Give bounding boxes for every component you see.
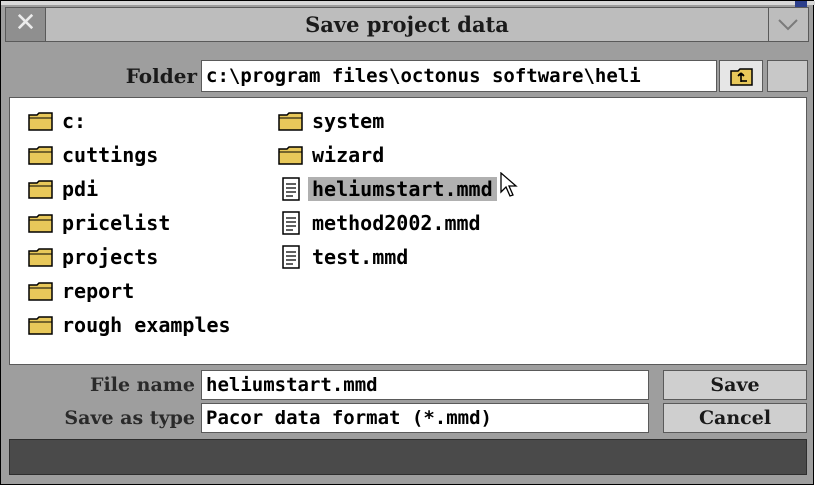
list-item-folder[interactable]: report [28,274,231,308]
top-edge [1,1,815,5]
list-item-label: pdi [62,177,99,201]
folder-label: Folder [125,64,197,88]
file-name-label: File name [90,374,195,396]
list-item-file-selected[interactable]: heliumstart.mmd [278,172,497,206]
save-as-type-label: Save as type [64,407,195,429]
folder-path-input[interactable]: c:\program files\octonus software\heli [201,60,717,92]
list-item-folder[interactable]: system [278,104,497,138]
folder-icon [28,248,53,267]
list-item-file[interactable]: method2002.mmd [278,206,497,240]
view-mode-button[interactable] [767,60,808,92]
save-button[interactable]: Save [663,370,807,400]
list-item-folder[interactable]: pricelist [28,206,231,240]
folder-icon [28,282,53,301]
list-item-folder[interactable]: rough examples [28,308,231,342]
document-icon [282,211,300,235]
folder-icon [28,180,53,199]
folder-icon [28,214,53,233]
list-item-folder[interactable]: wizard [278,138,497,172]
file-list[interactable]: c: cuttings pdi pricelist projects repor… [9,97,807,365]
close-icon[interactable]: ✕ [6,8,46,41]
file-column-2: system wizard heliumstart.mmd method2002… [278,104,497,274]
list-item-label: c: [62,109,87,133]
save-dialog: ✕ Save project data Folder c:\program fi… [0,0,815,485]
list-item-folder[interactable]: c: [28,104,231,138]
folder-up-icon [730,68,753,86]
list-item-label: projects [62,245,159,269]
list-item-label: heliumstart.mmd [308,177,497,201]
list-item-folder[interactable]: pdi [28,172,231,206]
status-bar [9,439,807,475]
file-name-input[interactable]: heliumstart.mmd [201,370,649,400]
dialog-title: Save project data [305,12,509,37]
document-icon [282,245,300,269]
folder-icon [28,316,53,335]
title-bar[interactable]: ✕ Save project data [5,7,809,42]
window-menu-button[interactable] [768,8,808,41]
folder-up-button[interactable] [719,60,763,92]
list-item-folder[interactable]: cuttings [28,138,231,172]
folder-icon [278,146,303,165]
file-column-1: c: cuttings pdi pricelist projects repor… [28,104,231,342]
list-item-label: report [62,279,135,303]
mouse-pointer-icon [500,172,518,197]
folder-icon [28,112,53,131]
list-item-label: method2002.mmd [312,211,481,235]
list-item-label: wizard [312,143,385,167]
chevron-down-icon [778,19,798,31]
list-item-label: rough examples [62,313,231,337]
cancel-button[interactable]: Cancel [663,403,807,433]
save-as-type-select[interactable]: Pacor data format (*.mmd) [201,403,649,433]
list-item-label: cuttings [62,143,159,167]
list-item-label: pricelist [62,211,171,235]
document-icon [282,177,300,201]
list-item-file[interactable]: test.mmd [278,240,497,274]
folder-icon [28,146,53,165]
folder-icon [278,112,303,131]
list-item-folder[interactable]: projects [28,240,231,274]
list-item-label: system [312,109,385,133]
list-item-label: test.mmd [312,245,409,269]
